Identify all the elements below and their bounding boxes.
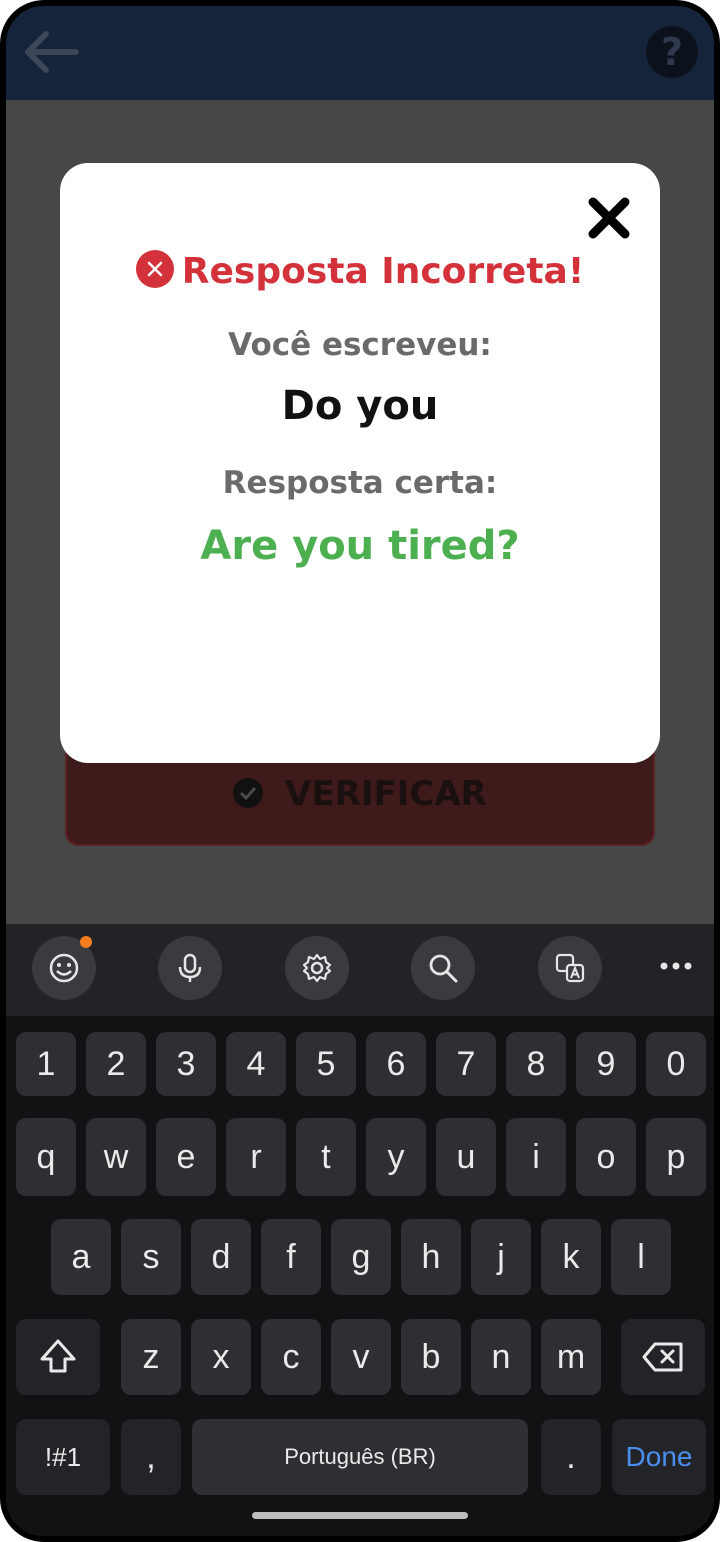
key-b[interactable]: b (401, 1319, 461, 1395)
you-wrote-value: Do you (281, 383, 439, 429)
key-p[interactable]: p (646, 1118, 706, 1196)
key-4[interactable]: 4 (226, 1032, 286, 1096)
verify-button-label: VERIFICAR (285, 774, 487, 814)
error-circle-icon (135, 250, 174, 288)
keyboard-search-button[interactable] (411, 936, 475, 1000)
close-icon (588, 197, 630, 239)
key-s[interactable]: s (121, 1219, 181, 1295)
more-options-button[interactable] (656, 954, 696, 978)
keyboard: 1 2 3 4 5 6 7 8 9 0 q w e r t y u i o p … (6, 1016, 714, 1536)
emoji-icon (49, 953, 79, 983)
modal-title: Resposta Incorreta! (60, 250, 660, 292)
key-k[interactable]: k (541, 1219, 601, 1295)
key-d[interactable]: d (191, 1219, 251, 1295)
close-button[interactable] (586, 195, 632, 241)
shift-icon (40, 1339, 76, 1373)
translate-icon (555, 953, 585, 983)
key-1[interactable]: 1 (16, 1032, 76, 1096)
key-l[interactable]: l (611, 1219, 671, 1295)
key-x[interactable]: x (191, 1319, 251, 1395)
key-u[interactable]: u (436, 1118, 496, 1196)
back-button[interactable] (18, 26, 82, 78)
key-n[interactable]: n (471, 1319, 531, 1395)
key-t[interactable]: t (296, 1118, 356, 1196)
notification-dot (80, 936, 92, 948)
key-z[interactable]: z (121, 1319, 181, 1395)
key-i[interactable]: i (506, 1118, 566, 1196)
app-bar: ? (6, 6, 714, 100)
key-q[interactable]: q (16, 1118, 76, 1196)
symbols-key[interactable]: !#1 (16, 1419, 110, 1495)
check-circle-icon (233, 777, 264, 808)
emoji-button[interactable] (32, 936, 96, 1000)
key-c[interactable]: c (261, 1319, 321, 1395)
voice-input-button[interactable] (158, 936, 222, 1000)
key-o[interactable]: o (576, 1118, 636, 1196)
key-j[interactable]: j (471, 1219, 531, 1295)
verify-button-content: VERIFICAR (67, 774, 653, 814)
key-5[interactable]: 5 (296, 1032, 356, 1096)
key-8[interactable]: 8 (506, 1032, 566, 1096)
microphone-icon (178, 953, 202, 982)
more-icon (660, 962, 692, 970)
search-icon (429, 954, 458, 983)
key-6[interactable]: 6 (366, 1032, 426, 1096)
phone-frame: ? VERIFICAR Resposta Incorreta! Você esc… (0, 0, 720, 1542)
home-indicator[interactable] (252, 1512, 468, 1519)
key-f[interactable]: f (261, 1219, 321, 1295)
key-0[interactable]: 0 (646, 1032, 706, 1096)
keyboard-toolbar (6, 924, 714, 1016)
key-r[interactable]: r (226, 1118, 286, 1196)
period-key[interactable]: . (541, 1419, 601, 1495)
key-v[interactable]: v (331, 1319, 391, 1395)
backspace-icon (642, 1342, 683, 1372)
translate-button[interactable] (538, 936, 602, 1000)
key-m[interactable]: m (541, 1319, 601, 1395)
shift-key[interactable] (16, 1319, 100, 1395)
question-mark-icon: ? (660, 30, 684, 74)
you-wrote-label: Você escreveu: (228, 327, 492, 363)
key-7[interactable]: 7 (436, 1032, 496, 1096)
screen: ? VERIFICAR Resposta Incorreta! Você esc… (6, 6, 714, 1536)
key-a[interactable]: a (51, 1219, 111, 1295)
key-9[interactable]: 9 (576, 1032, 636, 1096)
done-key[interactable]: Done (612, 1419, 706, 1495)
keyboard-settings-button[interactable] (285, 936, 349, 1000)
key-y[interactable]: y (366, 1118, 426, 1196)
modal-title-text: Resposta Incorreta! (181, 251, 585, 292)
key-h[interactable]: h (401, 1219, 461, 1295)
space-key[interactable]: Português (BR) (192, 1419, 528, 1495)
correct-answer-value: Are you tired? (200, 523, 520, 569)
arrow-left-icon (25, 31, 79, 73)
result-modal: Resposta Incorreta! Você escreveu: Do yo… (60, 163, 660, 763)
correct-answer-label: Resposta certa: (222, 465, 498, 501)
key-w[interactable]: w (86, 1118, 146, 1196)
backspace-key[interactable] (621, 1319, 705, 1395)
help-button[interactable]: ? (646, 26, 698, 78)
comma-key[interactable]: , (121, 1419, 181, 1495)
settings-icon (302, 953, 332, 983)
key-2[interactable]: 2 (86, 1032, 146, 1096)
key-e[interactable]: e (156, 1118, 216, 1196)
key-g[interactable]: g (331, 1219, 391, 1295)
key-3[interactable]: 3 (156, 1032, 216, 1096)
